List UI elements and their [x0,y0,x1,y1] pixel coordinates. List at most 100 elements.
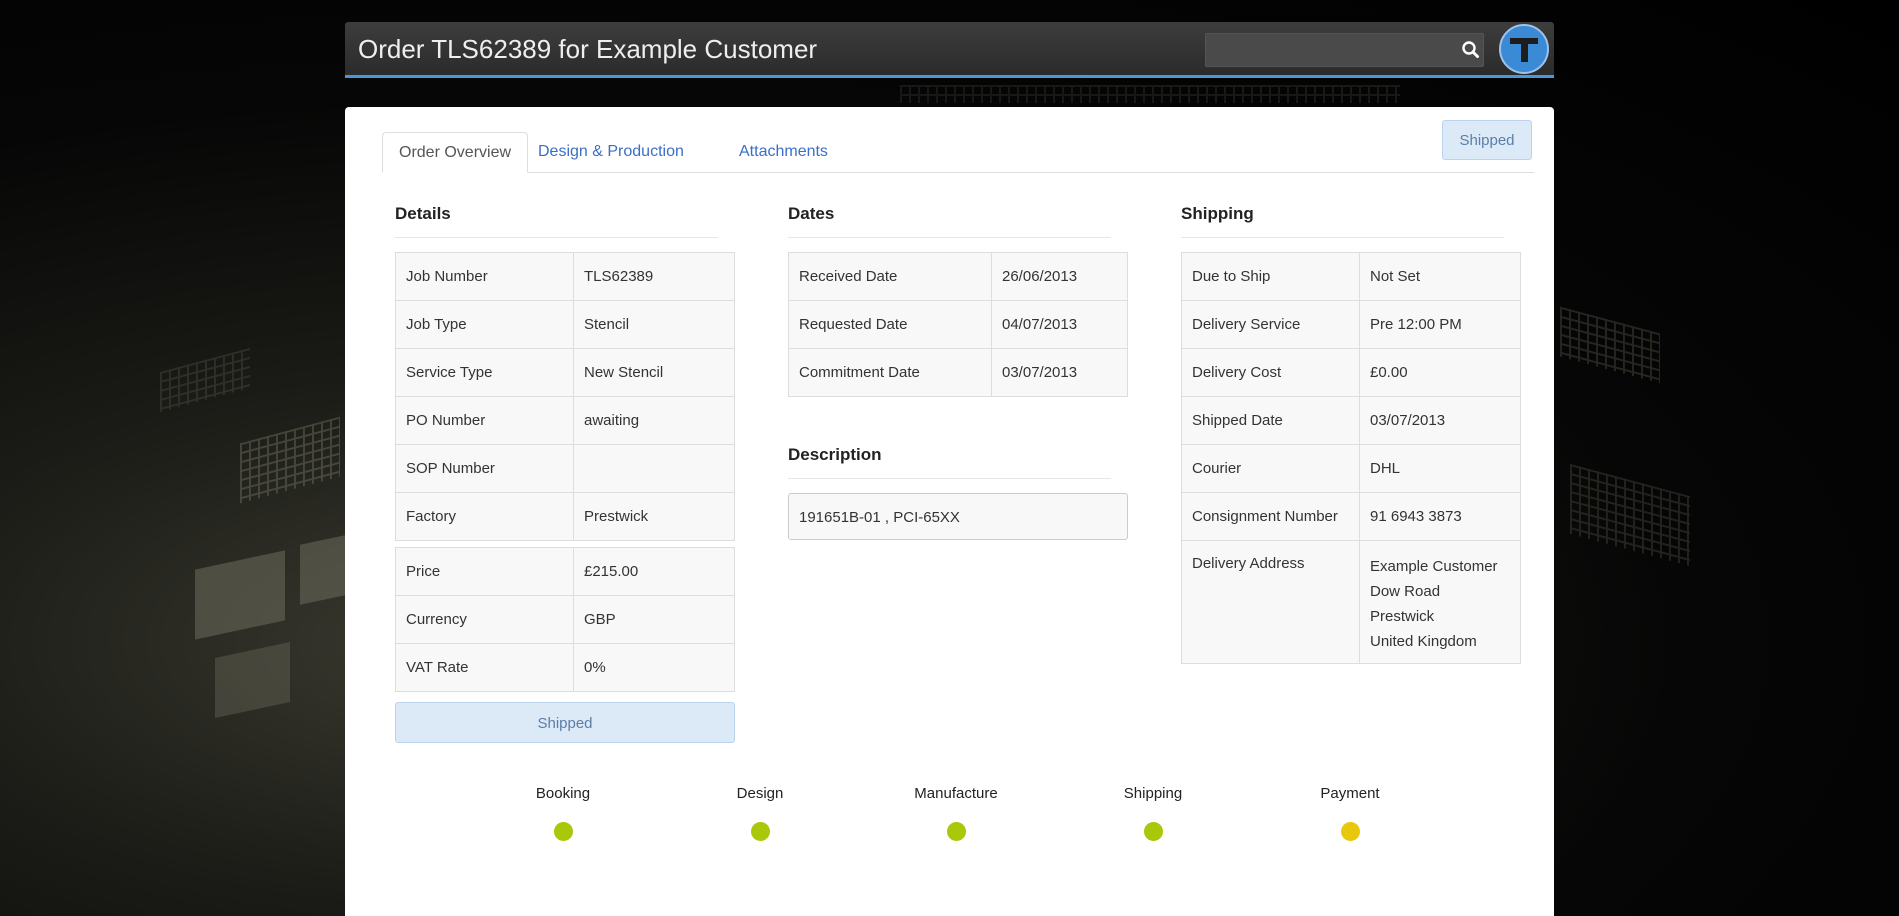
progress-step-manufacture: Manufacture [886,785,1026,841]
row-label: Received Date [788,252,992,301]
row-label: Factory [395,492,574,541]
status-dot-icon [946,822,966,841]
row-value: TLS62389 [573,252,735,301]
status-dot-icon [750,822,770,841]
search-input[interactable] [1205,33,1484,67]
table-row: Requested Date 04/07/2013 [788,300,1128,349]
row-value: GBP [573,595,735,644]
pricing-table: Price £215.00 Currency GBP VAT Rate 0% [395,547,735,692]
step-label: Shipping [1123,785,1183,802]
dates-heading: Dates [788,204,835,223]
row-label: Delivery Service [1181,300,1360,349]
shipping-divider [1181,237,1504,238]
table-row: VAT Rate 0% [395,643,735,692]
table-row: PO Number awaiting [395,396,735,445]
row-value: 91 6943 3873 [1359,492,1521,541]
table-row: SOP Number [395,444,735,493]
table-row: Delivery Service Pre 12:00 PM [1181,300,1521,349]
table-row: Job Type Stencil [395,300,735,349]
row-value: DHL [1359,444,1521,493]
table-row: Due to Ship Not Set [1181,252,1521,301]
row-label: Commitment Date [788,348,992,397]
tab-bar: Order Overview Design & Production Attac… [382,132,1534,173]
tab-order-overview[interactable]: Order Overview [382,132,529,173]
dates-divider [788,237,1111,238]
row-label: PO Number [395,396,574,445]
address-line: Dow Road [1370,583,1441,600]
search-icon[interactable] [1458,37,1484,63]
table-row: Consignment Number 91 6943 3873 [1181,492,1521,541]
row-label: Service Type [395,348,574,397]
status-dot-icon [1340,822,1360,841]
row-label: Job Type [395,300,574,349]
row-value: 26/06/2013 [991,252,1128,301]
row-label: Currency [395,595,574,644]
progress-step-payment: Payment [1280,785,1420,841]
progress-step-shipping: Shipping [1083,785,1223,841]
address-line: United Kingdom [1370,633,1477,650]
table-row: Service Type New Stencil [395,348,735,397]
table-row: Commitment Date 03/07/2013 [788,348,1128,397]
progress-step-booking: Booking [493,785,633,841]
row-value: 04/07/2013 [991,300,1128,349]
description-divider [788,478,1111,479]
row-label: SOP Number [395,444,574,493]
tab-design-production[interactable]: Design & Production [522,132,700,172]
row-label: Delivery Address [1181,540,1360,664]
row-label: Delivery Cost [1181,348,1360,397]
shipping-heading: Shipping [1181,204,1254,223]
description-heading: Description [788,445,882,464]
status-dot-icon [1143,822,1163,841]
row-value [573,444,735,493]
table-row: Courier DHL [1181,444,1521,493]
row-value: £215.00 [573,547,735,596]
table-row: Delivery Cost £0.00 [1181,348,1521,397]
progress-step-design: Design [690,785,830,841]
row-label: Due to Ship [1181,252,1360,301]
step-label: Manufacture [914,785,998,802]
table-row: Price £215.00 [395,547,735,596]
row-value: £0.00 [1359,348,1521,397]
table-row: Currency GBP [395,595,735,644]
address-line: Prestwick [1370,608,1435,625]
row-label: Price [395,547,574,596]
description-text: 191651B-01 , PCI-65XX [788,493,1128,540]
page-title: Order TLS62389 for Example Customer [358,34,818,64]
shipped-status-button[interactable]: Shipped [395,702,735,743]
row-label: Courier [1181,444,1360,493]
company-logo-icon[interactable] [1499,24,1549,74]
step-label: Design [736,785,784,802]
row-value: 03/07/2013 [991,348,1128,397]
table-row: Job Number TLS62389 [395,252,735,301]
row-label: VAT Rate [395,643,574,692]
tab-attachments[interactable]: Attachments [723,132,844,172]
status-badge: Shipped [1442,120,1532,160]
delivery-address: Example Customer Dow Road Prestwick Unit… [1359,540,1521,664]
row-value: 03/07/2013 [1359,396,1521,445]
row-value: Not Set [1359,252,1521,301]
dates-table: Received Date 26/06/2013 Requested Date 04… [788,252,1128,397]
row-value: Stencil [573,300,735,349]
details-heading: Details [395,204,451,223]
row-value: awaiting [573,396,735,445]
row-value: Prestwick [573,492,735,541]
header-bar: Order TLS62389 for Example Customer [345,22,1554,78]
status-dot-icon [553,822,573,841]
details-table: Job Number TLS62389 Job Type Stencil Servi… [395,252,735,541]
table-row: Factory Prestwick [395,492,735,541]
row-label: Shipped Date [1181,396,1360,445]
details-divider [395,237,718,238]
order-panel: Order Overview Design & Production Attac… [345,107,1554,916]
row-label: Job Number [395,252,574,301]
row-value: 0% [573,643,735,692]
shipping-table: Due to Ship Not Set Delivery Service Pre 1… [1181,252,1521,664]
row-value: Pre 12:00 PM [1359,300,1521,349]
row-label: Requested Date [788,300,992,349]
table-row: Delivery Address Example Customer Dow Ro… [1181,540,1521,664]
table-row: Shipped Date 03/07/2013 [1181,396,1521,445]
row-value: New Stencil [573,348,735,397]
step-label: Booking [535,785,591,802]
table-row: Received Date 26/06/2013 [788,252,1128,301]
address-line: Example Customer [1370,558,1498,575]
step-label: Payment [1320,785,1380,802]
